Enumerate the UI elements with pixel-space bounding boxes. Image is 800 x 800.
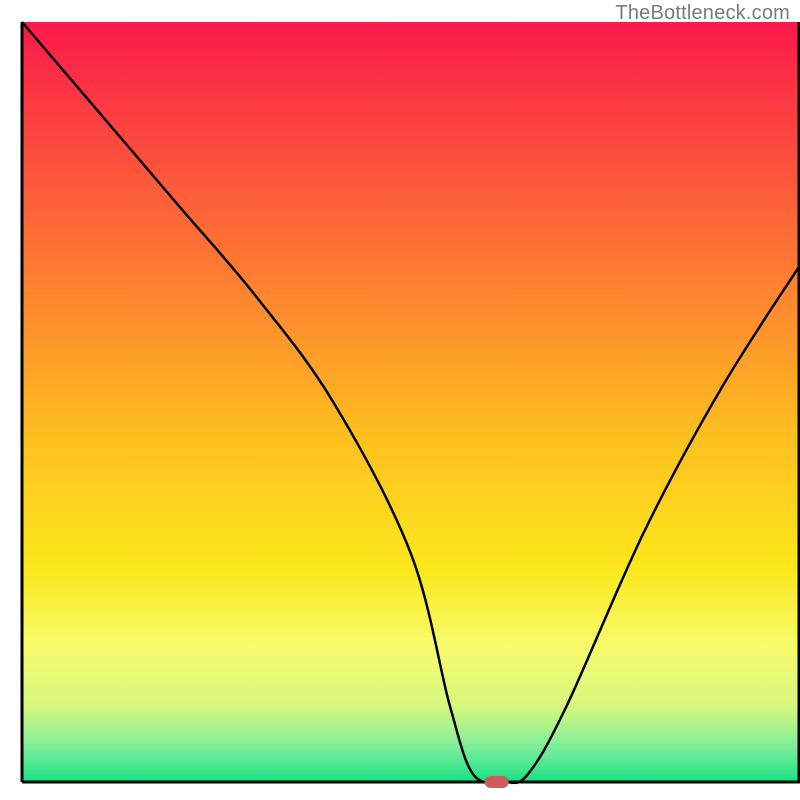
plot-background <box>22 22 800 782</box>
optimal-marker <box>485 776 509 788</box>
bottleneck-chart <box>0 0 800 800</box>
chart-container: TheBottleneck.com <box>0 0 800 800</box>
